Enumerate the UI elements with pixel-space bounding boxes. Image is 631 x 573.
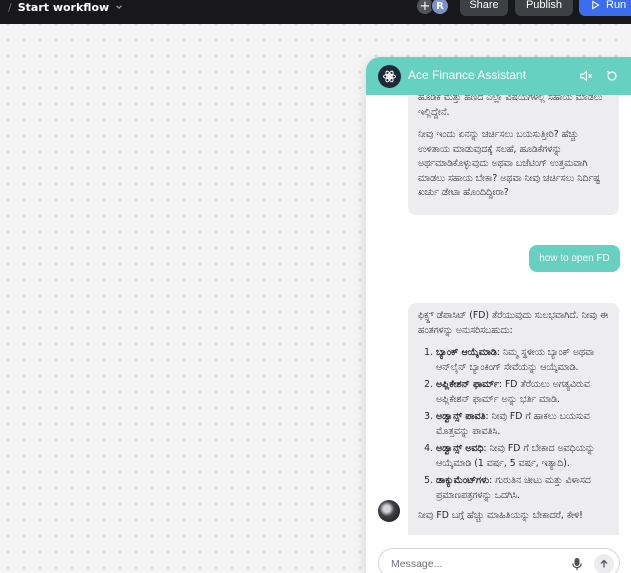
publish-button[interactable]: Publish (515, 0, 573, 16)
breadcrumb-separator: / (8, 0, 12, 14)
breadcrumb: / Start workflow (0, 0, 123, 14)
run-button[interactable]: Run (579, 0, 631, 16)
assistant-logo (378, 65, 401, 88)
message-text: ನೀವು ಇಂದು ಏನನ್ನು ಚರ್ಚಿಸಲು ಬಯಸುತ್ತೀರಿ? ಹೆ… (418, 129, 601, 198)
message-input[interactable] (391, 555, 571, 573)
run-label: Run (606, 0, 627, 11)
list-item: ಅಡ್ವಾನ್ಸ್ ಪಾವತಿ: ನೀವು FD ಗೆ ಹಾಕಲು ಬಯಸುವ … (436, 410, 609, 439)
message-input-box (378, 548, 620, 573)
bot-message: ಫಿಕ್ಸ್ಡ್ ಡೆಪಾಸಿಟ್ (FD) ತೆರೆಯುವುದು ಸುಲಭವಾ… (408, 303, 619, 535)
chat-panel: Ace Finance Assistant ಹೂಡಿಕೆ ಮತ್ತು ಹಣದ ಎ… (366, 57, 631, 573)
top-bar: / Start workflow + R Share Publish Run (0, 0, 631, 24)
workflow-title[interactable]: Start workflow (18, 1, 109, 14)
steps-list: ಬ್ಯಾಂಕ್ ಆಯ್ಕೆಮಾಡಿ: ನಿಮ್ಮ ಸ್ಥಳೀಯ ಬ್ಯಾಂಕ್ … (418, 346, 609, 503)
arrow-up-icon (600, 559, 608, 568)
user-message: how to open FD (529, 245, 620, 272)
list-item: ಅಪ್ಲಿಕೇಶನ್ ಫಾರ್ಮ್: FD ತೆರೆಯಲು ಅಗತ್ಯವಿರುವ… (436, 378, 609, 407)
send-button[interactable] (594, 554, 614, 573)
collaborators: + R (416, 0, 449, 15)
chevron-down-icon[interactable] (115, 3, 123, 11)
message-text: ನೀವು FD ಬಗ್ಗೆ ಹೆಚ್ಚು ಮಾಹಿತಿಯನ್ನು ಬೇಕಾದರೆ… (418, 510, 583, 521)
message-list[interactable]: ಹೂಡಿಕೆ ಮತ್ತು ಹಣದ ಎಲ್ಲಾ ವಿಷಯಗಳಲ್ಲಿ ಸಹಾಯ ಮ… (366, 95, 631, 535)
reset-icon[interactable] (605, 69, 619, 83)
message-text: ಫಿಕ್ಸ್ಡ್ ಡೆಪಾಸಿಟ್ (FD) ತೆರೆಯುವುದು ಸುಲಭವಾ… (418, 310, 608, 336)
microphone-icon[interactable] (571, 557, 583, 571)
chat-header: Ace Finance Assistant (366, 57, 631, 95)
list-item: ಡಾಕ್ಯುಮೆಂಟ್‌ಗಳು: ಗುರುತಿನ ಚೀಟು ಮತ್ತು ವಿಳಾ… (436, 474, 609, 503)
avatar[interactable]: R (431, 0, 449, 15)
list-item: ಬ್ಯಾಂಕ್ ಆಯ್ಕೆಮಾಡಿ: ನಿಮ್ಮ ಸ್ಥಳೀಯ ಬ್ಯಾಂಕ್ … (436, 346, 609, 375)
share-button[interactable]: Share (460, 0, 508, 16)
brain-icon (383, 70, 396, 83)
bot-avatar (378, 500, 400, 522)
list-item: ಅಡ್ವಾನ್ಸ್ ಅವಧಿ: ನೀವು FD ಗೆ ಬೇಕಾದ ಅವಧಿಯನ್… (436, 442, 609, 471)
mute-icon[interactable] (579, 69, 593, 83)
chat-title: Ace Finance Assistant (408, 68, 527, 82)
bot-message: ಹೂಡಿಕೆ ಮತ್ತು ಹಣದ ಎಲ್ಲಾ ವಿಷಯಗಳಲ್ಲಿ ಸಹಾಯ ಮ… (408, 95, 619, 215)
message-text: ಹೂಡಿಕೆ ಮತ್ತು ಹಣದ ಎಲ್ಲಾ ವಿಷಯಗಳಲ್ಲಿ ಸಹಾಯ ಮ… (418, 95, 603, 118)
play-icon (592, 0, 600, 10)
